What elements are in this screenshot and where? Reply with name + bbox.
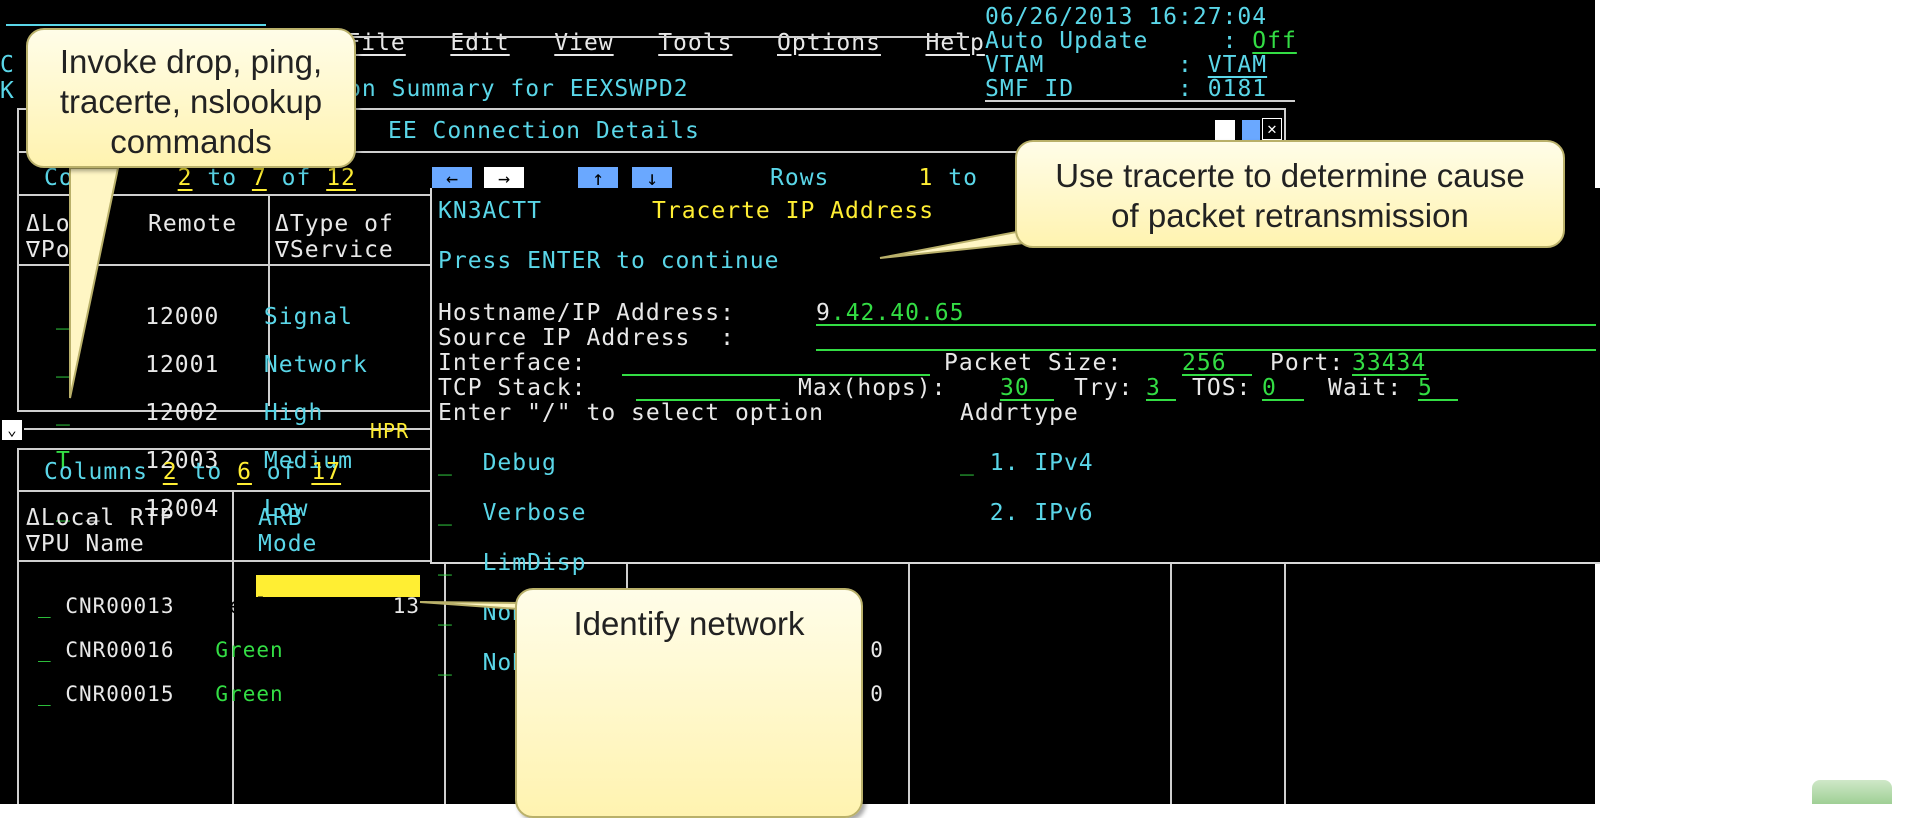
green-logo-shape [1812, 780, 1892, 804]
drop-callout: Invoke drop, ping, tracerte, nslookup co… [26, 28, 356, 168]
tracerte-callout: Use tracerte to determine cause of packe… [1015, 140, 1565, 248]
identify-callout: Identify network [515, 588, 863, 818]
drop-callout-pointer [69, 167, 120, 399]
